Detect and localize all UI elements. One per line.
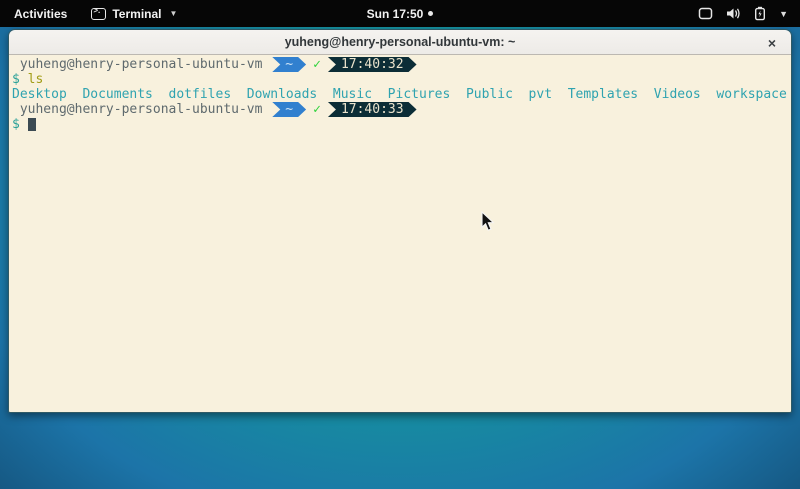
prompt-user: yuheng@henry-personal-ubuntu-vm (12, 57, 270, 72)
time-segment: 17:40:33 (328, 102, 417, 117)
app-menu-label: Terminal (112, 7, 161, 21)
terminal-line: yuheng@henry-personal-ubuntu-vm ~✓17:40:… (12, 102, 791, 117)
system-status-area[interactable]: ▼ (698, 0, 800, 27)
terminal-app-icon (91, 8, 106, 20)
command-text: ls (28, 72, 44, 87)
top-bar-left: Activities Terminal ▼ (0, 0, 187, 27)
prompt-symbol: $ (12, 117, 20, 132)
status-check-icon: ✓ (306, 57, 328, 72)
app-menu-terminal[interactable]: Terminal ▼ (81, 0, 187, 27)
network-icon (698, 7, 713, 20)
spacer (20, 72, 28, 87)
cwd-segment: ~ (272, 102, 306, 117)
terminal-content[interactable]: yuheng@henry-personal-ubuntu-vm ~✓17:40:… (9, 55, 791, 412)
terminal-cursor (28, 118, 36, 131)
top-bar: Activities Terminal ▼ Sun 17:50 (0, 0, 800, 27)
notification-dot-icon (428, 11, 433, 16)
terminal-line: yuheng@henry-personal-ubuntu-vm ~✓17:40:… (12, 57, 791, 72)
ls-output: Desktop Documents dotfiles Downloads Mus… (12, 87, 787, 102)
battery-charging-icon (754, 6, 766, 21)
terminal-line: Desktop Documents dotfiles Downloads Mus… (12, 87, 791, 102)
spacer (20, 117, 28, 132)
activities-button[interactable]: Activities (0, 0, 81, 27)
close-button[interactable]: × (761, 30, 783, 55)
clock-label: Sun 17:50 (367, 7, 424, 21)
chevron-down-icon: ▼ (779, 9, 788, 19)
terminal-window: yuheng@henry-personal-ubuntu-vm: ~ × yuh… (8, 29, 792, 413)
cwd-segment: ~ (272, 57, 306, 72)
window-titlebar[interactable]: yuheng@henry-personal-ubuntu-vm: ~ × (9, 30, 791, 55)
time-segment: 17:40:32 (328, 57, 417, 72)
volume-icon (726, 7, 741, 20)
terminal-line: $ (12, 117, 791, 132)
terminal-line: $ ls (12, 72, 791, 87)
prompt-user: yuheng@henry-personal-ubuntu-vm (12, 102, 270, 117)
status-check-icon: ✓ (306, 102, 328, 117)
window-title: yuheng@henry-personal-ubuntu-vm: ~ (9, 35, 791, 49)
prompt-symbol: $ (12, 72, 20, 87)
chevron-down-icon: ▼ (169, 9, 177, 18)
